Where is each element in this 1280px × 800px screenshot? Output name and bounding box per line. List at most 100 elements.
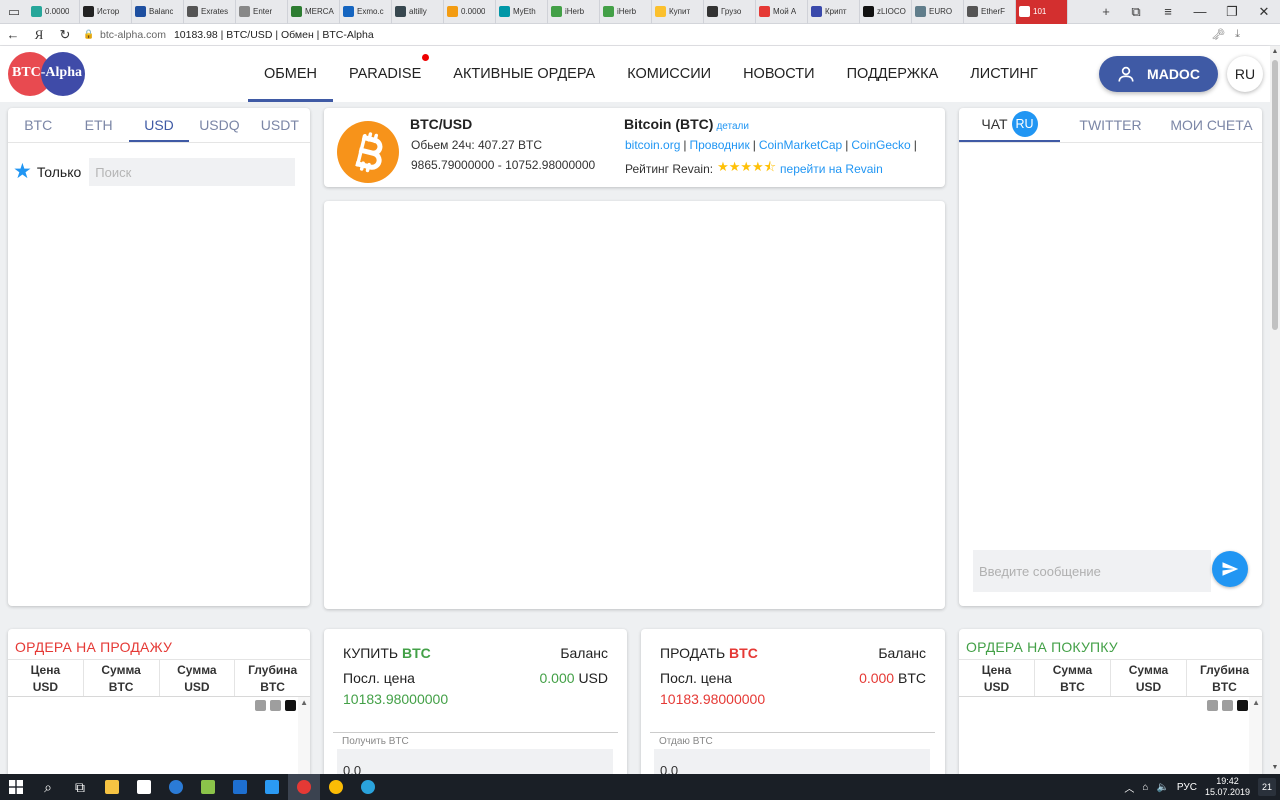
view-sell-icon[interactable] bbox=[1222, 700, 1233, 711]
store-icon[interactable] bbox=[128, 774, 160, 800]
chat-tab[interactable]: ЧАТ RU bbox=[959, 108, 1060, 142]
scroll-up-icon[interactable]: ▲ bbox=[1252, 698, 1260, 707]
yandex-browser-icon[interactable] bbox=[288, 774, 320, 800]
market-tab[interactable]: USDT bbox=[250, 108, 310, 142]
chat-message-input[interactable] bbox=[973, 550, 1211, 592]
revain-link[interactable]: перейти на Revain bbox=[780, 162, 883, 176]
menu-icon[interactable]: ≡ bbox=[1152, 0, 1184, 24]
view-sell-icon[interactable] bbox=[270, 700, 281, 711]
market-tab[interactable]: ETH bbox=[68, 108, 128, 142]
browser-tab[interactable]: EURO bbox=[912, 0, 964, 24]
column-header[interactable]: Сумма USD bbox=[158, 659, 235, 696]
chat-tab[interactable]: МОИ СЧЕТА bbox=[1161, 108, 1262, 142]
sell-orders-list[interactable]: ▲ bbox=[8, 697, 310, 774]
logo[interactable]: BTC-Alpha bbox=[8, 51, 86, 97]
buy-last-price[interactable]: 10183.98000000 bbox=[343, 691, 448, 707]
minimize-button[interactable]: — bbox=[1184, 0, 1216, 24]
coin-details-link[interactable]: детали bbox=[716, 121, 749, 132]
coin-link[interactable]: CoinMarketCap bbox=[759, 138, 842, 152]
buy-amount-input[interactable]: 0.0 bbox=[337, 749, 613, 774]
start-button[interactable] bbox=[0, 774, 32, 800]
column-header[interactable]: Глубина BTC bbox=[1186, 659, 1262, 696]
nav-item-2[interactable]: АКТИВНЫЕ ОРДЕРА bbox=[437, 46, 611, 102]
scroll-down-icon[interactable]: ▼ bbox=[1270, 762, 1280, 774]
protect-icon[interactable]: 🗝 bbox=[1211, 28, 1225, 41]
tray-arrow-icon[interactable]: ︿ bbox=[1124, 780, 1134, 795]
telegram-icon[interactable] bbox=[352, 774, 384, 800]
nav-item-0[interactable]: ОБМЕН bbox=[248, 46, 334, 102]
buy-orders-list[interactable]: ▲ bbox=[959, 697, 1262, 774]
favorites-only-label[interactable]: Только bbox=[37, 164, 81, 180]
user-account-button[interactable]: MADOC bbox=[1099, 56, 1218, 92]
sell-amount-input[interactable]: 0.0 bbox=[654, 749, 930, 774]
browser-tab[interactable]: Мой А bbox=[756, 0, 808, 24]
scrollbar-thumb[interactable] bbox=[1272, 60, 1278, 330]
browser-tab[interactable]: MyEth bbox=[496, 0, 548, 24]
files-icon[interactable] bbox=[192, 774, 224, 800]
browser-tab[interactable]: Balanc bbox=[132, 0, 184, 24]
market-tab[interactable]: BTC bbox=[8, 108, 68, 142]
scroll-up-icon[interactable]: ▲ bbox=[1270, 46, 1280, 58]
view-buy-icon[interactable] bbox=[285, 700, 296, 711]
outlook-icon[interactable] bbox=[224, 774, 256, 800]
column-header[interactable]: Сумма BTC bbox=[82, 659, 159, 696]
price-chart-panel[interactable] bbox=[324, 201, 945, 609]
column-header[interactable]: Сумма BTC bbox=[1034, 659, 1110, 696]
download-icon[interactable]: ⤓ bbox=[1235, 28, 1240, 41]
chat-tab[interactable]: TWITTER bbox=[1060, 108, 1161, 142]
browser-tab[interactable]: 0.0000 bbox=[444, 0, 496, 24]
view-both-icon[interactable] bbox=[1207, 700, 1218, 711]
search-icon[interactable]: ⌕ bbox=[32, 774, 64, 800]
scroll-up-icon[interactable]: ▲ bbox=[300, 698, 308, 707]
chat-language-badge[interactable]: RU bbox=[1011, 111, 1038, 137]
chrome-icon[interactable] bbox=[320, 774, 352, 800]
language-button[interactable]: RU bbox=[1227, 56, 1263, 92]
ie-icon[interactable] bbox=[256, 774, 288, 800]
browser-tab[interactable]: 101 bbox=[1016, 0, 1068, 24]
sell-last-price[interactable]: 10183.98000000 bbox=[660, 691, 765, 707]
back-icon[interactable]: ← bbox=[0, 27, 26, 42]
browser-tab[interactable]: zLIOCO bbox=[860, 0, 912, 24]
view-both-icon[interactable] bbox=[255, 700, 266, 711]
new-tab-button[interactable]: + bbox=[1092, 0, 1120, 24]
nav-item-4[interactable]: НОВОСТИ bbox=[727, 46, 831, 102]
column-header[interactable]: Глубина BTC bbox=[234, 659, 310, 696]
notifications-button[interactable]: 21 bbox=[1258, 778, 1276, 796]
browser-tab[interactable]: Истор bbox=[80, 0, 132, 24]
page-title[interactable]: 10183.98 | BTC/USD | Обмен | BTC-Alpha bbox=[174, 29, 374, 41]
coin-link[interactable]: Проводник bbox=[690, 138, 750, 152]
browser-tab[interactable]: iHerb bbox=[600, 0, 652, 24]
market-tab[interactable]: USDQ bbox=[189, 108, 249, 142]
column-header[interactable]: Цена USD bbox=[8, 659, 83, 696]
market-tab[interactable]: USD bbox=[128, 108, 190, 142]
network-icon[interactable]: ⌂ bbox=[1142, 782, 1148, 793]
edge-icon[interactable] bbox=[160, 774, 192, 800]
browser-tab[interactable]: iHerb bbox=[548, 0, 600, 24]
nav-item-5[interactable]: ПОДДЕРЖКА bbox=[831, 46, 955, 102]
reload-icon[interactable]: ↻ bbox=[52, 27, 78, 43]
bookmarks-icon[interactable]: ⧉ bbox=[1120, 0, 1152, 24]
volume-icon[interactable]: 🔈 bbox=[1156, 782, 1168, 793]
view-buy-icon[interactable] bbox=[1237, 700, 1248, 711]
browser-tab[interactable]: Enter bbox=[236, 0, 288, 24]
nav-item-1[interactable]: PARADISE bbox=[333, 46, 437, 102]
task-view-icon[interactable]: ⧉ bbox=[64, 774, 96, 800]
browser-tab[interactable]: Exmo.c bbox=[340, 0, 392, 24]
explorer-icon[interactable] bbox=[96, 774, 128, 800]
browser-tab[interactable]: 0.0000 bbox=[28, 0, 80, 24]
coin-link[interactable]: CoinGecko bbox=[851, 138, 910, 152]
browser-tab[interactable]: Купит bbox=[652, 0, 704, 24]
nav-item-3[interactable]: КОМИССИИ bbox=[611, 46, 727, 102]
close-window-button[interactable]: ✕ bbox=[1248, 0, 1280, 24]
clock[interactable]: 19:42 15.07.2019 bbox=[1205, 776, 1250, 798]
url-domain[interactable]: btc-alpha.com bbox=[100, 29, 166, 41]
restore-button[interactable]: ❐ bbox=[1216, 0, 1248, 24]
browser-tab[interactable]: Крипт bbox=[808, 0, 860, 24]
browser-tab[interactable]: Грузо bbox=[704, 0, 756, 24]
market-search-input[interactable] bbox=[89, 158, 296, 186]
star-icon[interactable]: ★ bbox=[13, 158, 32, 186]
input-language[interactable]: РУС bbox=[1177, 782, 1197, 793]
browser-tab[interactable]: Exrates bbox=[184, 0, 236, 24]
yandex-home-icon[interactable]: Я bbox=[26, 27, 52, 43]
tabs-menu-icon[interactable]: ▭ bbox=[0, 0, 28, 24]
